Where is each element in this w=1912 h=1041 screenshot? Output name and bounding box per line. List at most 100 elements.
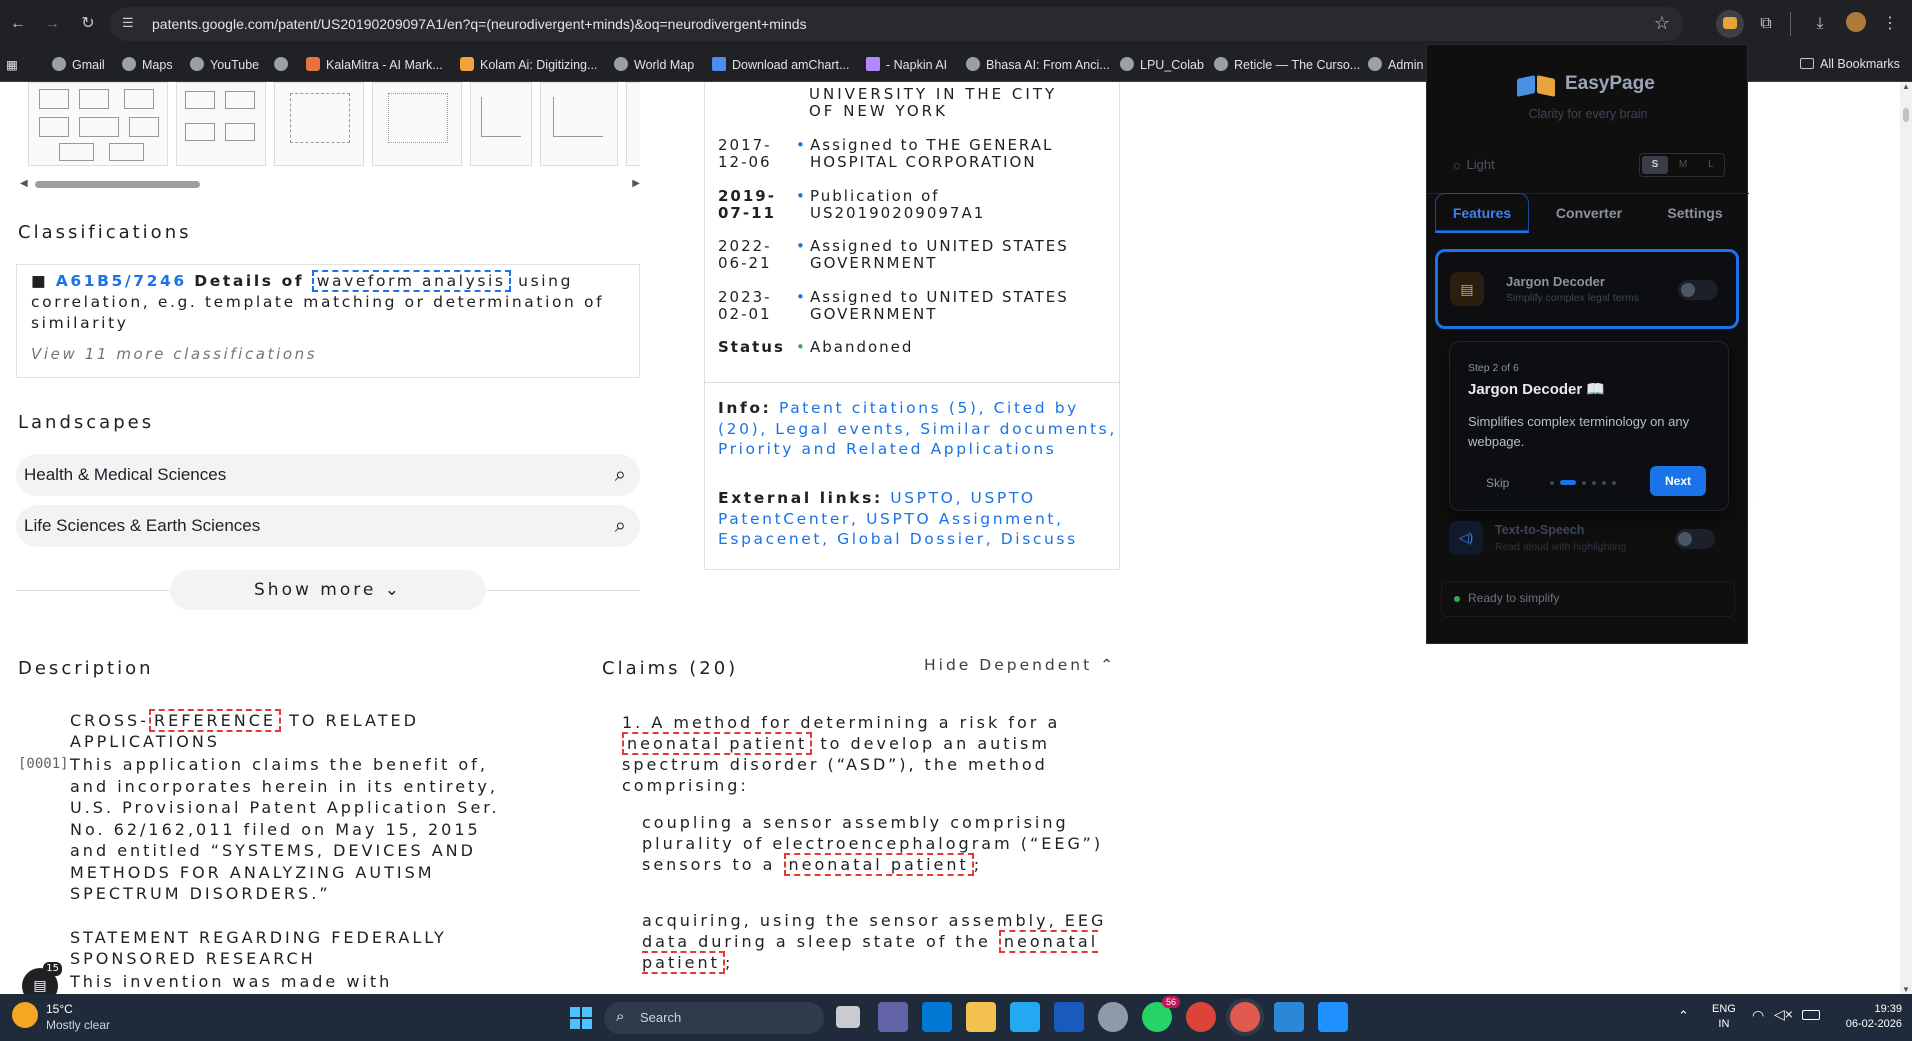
search-icon[interactable]: ⌕	[615, 454, 626, 496]
tray-chevron-icon[interactable]: ⌃	[1678, 1008, 1689, 1024]
store-icon[interactable]	[922, 1002, 952, 1032]
menu-dots-icon[interactable]: ⋮	[1876, 10, 1904, 38]
thumbnail-scrollbar[interactable]: ◀ ▶	[20, 178, 640, 190]
url-text[interactable]: patents.google.com/patent/US20190209097A…	[152, 16, 807, 32]
tab-settings[interactable]: Settings	[1645, 193, 1745, 233]
next-button[interactable]: Next	[1650, 466, 1706, 496]
download-icon[interactable]: ⤓	[1806, 10, 1834, 38]
drawing-thumbnail[interactable]	[274, 82, 364, 166]
feature-card-text-to-speech[interactable]: ◁) Text-to-Speech Read aloud with highli…	[1449, 515, 1729, 565]
chat-bubble-icon[interactable]: ▤ 15	[22, 962, 62, 994]
drawing-thumbnails[interactable]	[20, 82, 640, 170]
bookmark-napkin[interactable]: - Napkin AI	[866, 57, 947, 72]
feature-card-jargon-decoder[interactable]: ▤ Jargon Decoder Simplify complex legal …	[1435, 249, 1739, 329]
claim-step: coupling a sensor assembly comprising pl…	[642, 812, 1112, 876]
jargon-highlight[interactable]: neonatal patient	[783, 853, 974, 876]
info-links[interactable]: Patent citations (5), Cited by (20), Leg…	[718, 399, 1117, 458]
word-icon[interactable]	[1054, 1002, 1084, 1032]
wifi-icon[interactable]: ◠	[1752, 1007, 1764, 1024]
event-desc[interactable]: Assigned to THE GENERAL HOSPITAL CORPORA…	[810, 137, 1110, 171]
tab-converter[interactable]: Converter	[1539, 193, 1639, 233]
event-desc[interactable]: Assigned to UNITED STATES GOVERNMENT	[810, 238, 1110, 272]
theme-toggle[interactable]: ☼ Light	[1451, 157, 1495, 172]
bookmark-admin[interactable]: Admin	[1368, 57, 1423, 72]
language-indicator[interactable]: ENG IN	[1712, 1002, 1736, 1032]
bookmark-youtube[interactable]: YouTube	[190, 57, 259, 72]
scroll-down-icon[interactable]: ▼	[1902, 985, 1910, 994]
size-m-button[interactable]: M	[1670, 156, 1696, 174]
info-block: Info: Patent citations (5), Cited by (20…	[718, 398, 1118, 460]
bookmark-amcharts[interactable]: Download amChart...	[712, 57, 849, 72]
settings-gear-icon[interactable]	[1098, 1002, 1128, 1032]
weather-temp[interactable]: 15°C	[46, 1002, 73, 1016]
bookmark-star-icon[interactable]: ☆	[1654, 13, 1670, 34]
bookmark-lpu-colab[interactable]: LPU_Colab	[1120, 57, 1204, 72]
jargon-highlight[interactable]: neonatal patient	[622, 732, 813, 755]
jargon-decoder-toggle[interactable]	[1678, 280, 1718, 300]
status-text: Ready to simplify	[1468, 591, 1560, 605]
forward-icon[interactable]: →	[42, 14, 62, 34]
landscape-item[interactable]: Life Sciences & Earth Sciences ⌕	[16, 505, 640, 547]
page-scrollbar[interactable]: ▲ ▼	[1900, 82, 1912, 994]
all-bookmarks[interactable]: All Bookmarks	[1800, 57, 1900, 71]
profile-avatar[interactable]	[1842, 10, 1870, 38]
weather-icon[interactable]	[12, 1002, 38, 1028]
battery-icon[interactable]	[1802, 1010, 1820, 1020]
jargon-highlight[interactable]: REFERENCE	[148, 709, 281, 732]
address-bar[interactable]: ☰ patents.google.com/patent/US2019020909…	[110, 7, 1684, 41]
scroll-left-icon[interactable]: ◀	[20, 178, 28, 189]
landscape-item[interactable]: Health & Medical Sciences ⌕	[16, 454, 640, 496]
jargon-highlight[interactable]: waveform analysis	[311, 270, 511, 292]
file-explorer-icon[interactable]	[966, 1002, 996, 1032]
bookmark-globe[interactable]	[274, 57, 294, 72]
skip-button[interactable]: Skip	[1486, 476, 1509, 490]
volume-muted-icon[interactable]: ◁×	[1774, 1006, 1793, 1023]
site-info-icon[interactable]: ☰	[122, 15, 138, 31]
back-icon[interactable]: ←	[8, 14, 28, 34]
photos-icon[interactable]	[1318, 1002, 1348, 1032]
drawing-thumbnail[interactable]	[176, 82, 266, 166]
drawing-thumbnail[interactable]	[540, 82, 618, 166]
clock[interactable]: 19:39 06-02-2026	[1826, 1002, 1902, 1032]
extensions-puzzle-icon[interactable]: ⧉	[1752, 10, 1780, 38]
teams-icon[interactable]	[878, 1002, 908, 1032]
vscode-icon[interactable]	[1010, 1002, 1040, 1032]
chrome-active-icon[interactable]	[1230, 1002, 1260, 1032]
view-more-classifications[interactable]: View 11 more classifications	[31, 345, 317, 363]
drawing-thumbnail[interactable]	[28, 82, 168, 166]
notepad-icon[interactable]	[1274, 1002, 1304, 1032]
drawing-thumbnail[interactable]	[626, 82, 640, 166]
easypage-extension-icon[interactable]	[1716, 10, 1744, 38]
bookmark-gmail[interactable]: Gmail	[52, 57, 105, 72]
text-to-speech-toggle[interactable]	[1675, 529, 1715, 549]
size-l-button[interactable]: L	[1698, 156, 1724, 174]
apps-icon[interactable]: ▦	[6, 57, 18, 72]
scroll-right-icon[interactable]: ▶	[632, 178, 640, 189]
bookmark-reticle[interactable]: Reticle — The Curso...	[1214, 57, 1360, 72]
scrollbar-thumb[interactable]	[35, 181, 200, 188]
hide-dependent-toggle[interactable]: Hide Dependent ⌃	[924, 656, 1116, 674]
bookmark-maps[interactable]: Maps	[122, 57, 173, 72]
classification-code-link[interactable]: A61B5/7246	[56, 272, 187, 290]
bookmark-world-map[interactable]: World Map	[614, 57, 694, 72]
whatsapp-icon[interactable]: 56	[1142, 996, 1180, 1032]
taskbar-search[interactable]: ⌕ Search	[604, 1002, 824, 1034]
weather-desc[interactable]: Mostly clear	[46, 1018, 110, 1032]
start-windows-icon[interactable]	[566, 1003, 596, 1033]
show-more-button[interactable]: Show more ⌄	[170, 570, 486, 610]
drawing-thumbnail[interactable]	[470, 82, 532, 166]
task-view-icon[interactable]	[836, 1006, 860, 1028]
event-desc[interactable]: Assigned to UNITED STATES GOVERNMENT	[810, 289, 1110, 323]
bookmark-kalamitra[interactable]: KalaMitra - AI Mark...	[306, 57, 443, 72]
search-icon[interactable]: ⌕	[615, 505, 626, 547]
chrome-icon[interactable]	[1186, 1002, 1216, 1032]
scroll-up-icon[interactable]: ▲	[1902, 82, 1910, 91]
status-dot-icon: •	[796, 338, 807, 356]
bookmark-kolam[interactable]: Kolam Ai: Digitizing...	[460, 57, 597, 72]
tab-features[interactable]: Features	[1435, 193, 1529, 233]
scrollbar-thumb[interactable]	[1903, 108, 1909, 122]
drawing-thumbnail[interactable]	[372, 82, 462, 166]
bookmark-bhasa[interactable]: Bhasa AI: From Anci...	[966, 57, 1110, 72]
size-s-button[interactable]: S	[1642, 156, 1668, 174]
reload-icon[interactable]: ↻	[78, 14, 98, 34]
